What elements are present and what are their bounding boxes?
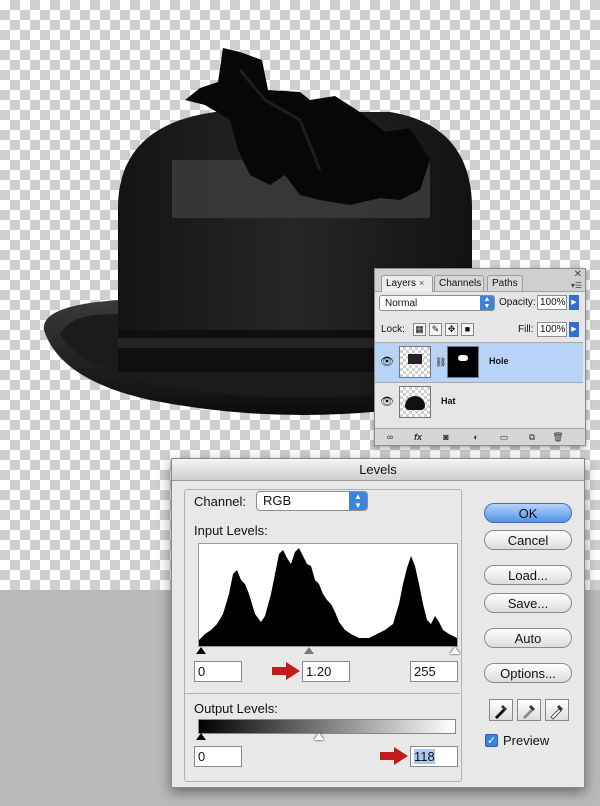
fill-label: Fill: — [518, 324, 534, 335]
levels-dialog: Levels Channel: RGB ▲ ▼ Input Levels: 0 1… — [171, 458, 585, 788]
blend-mode-value: Normal — [385, 298, 418, 309]
output-white-slider[interactable] — [314, 733, 324, 740]
opacity-slider-icon[interactable]: ▶ — [569, 295, 579, 310]
load-button[interactable]: Load... — [484, 565, 572, 585]
lock-position-icon[interactable]: ✥ — [445, 323, 458, 336]
mask-icon[interactable]: ◙ — [437, 431, 455, 443]
panel-tabs: Layers × Channels Paths ✕ ▾☰ — [375, 269, 585, 292]
opacity-label: Opacity: — [499, 297, 536, 308]
layer-mask-thumbnail[interactable] — [447, 346, 479, 378]
blend-mode-select[interactable]: Normal ▲ ▼ — [379, 295, 495, 311]
layer-row-hole[interactable]: 👁 ⛓ Hole — [375, 342, 583, 382]
fill-input[interactable]: 100% — [537, 322, 567, 337]
panel-close-icon[interactable]: ✕ — [574, 269, 582, 280]
layers-footer: ∞ fx ◙ ◐ ▭ ⧉ 🗑 — [375, 428, 585, 445]
opacity-input[interactable]: 100% — [537, 295, 567, 310]
channel-select[interactable]: RGB ▲ ▼ — [256, 491, 368, 511]
gray-eyedropper-icon[interactable] — [517, 699, 541, 721]
layer-name: Hat — [441, 396, 456, 406]
lock-image-icon[interactable]: ✎ — [429, 323, 442, 336]
eye-icon[interactable]: 👁 — [380, 395, 394, 408]
divider — [184, 693, 460, 694]
output-black-field[interactable]: 0 — [194, 746, 242, 767]
eye-icon[interactable]: 👁 — [380, 355, 394, 368]
fill-slider-icon[interactable]: ▶ — [569, 322, 579, 337]
black-eyedropper-icon[interactable] — [489, 699, 513, 721]
cancel-button[interactable]: Cancel — [484, 530, 572, 550]
lock-label: Lock: — [381, 324, 405, 335]
preview-checkbox[interactable]: ✓ — [485, 734, 498, 747]
select-arrows-icon: ▲ ▼ — [480, 296, 494, 310]
link-icon[interactable]: ∞ — [381, 431, 399, 443]
new-layer-icon[interactable]: ⧉ — [523, 431, 541, 443]
output-black-slider[interactable] — [196, 733, 206, 740]
histogram — [198, 543, 458, 647]
output-levels-label: Output Levels: — [194, 701, 278, 716]
dialog-title: Levels — [172, 459, 584, 481]
white-eyedropper-icon[interactable] — [545, 699, 569, 721]
tab-channels[interactable]: Channels — [434, 275, 484, 291]
input-black-slider[interactable] — [196, 647, 206, 654]
input-gamma-field[interactable]: 1.20 — [302, 661, 350, 682]
close-tab-icon[interactable]: × — [419, 278, 424, 288]
select-arrows-icon: ▲ ▼ — [349, 492, 367, 510]
lock-all-icon[interactable]: ■ — [461, 323, 474, 336]
channel-value: RGB — [263, 493, 292, 508]
trash-icon[interactable]: 🗑 — [549, 431, 567, 443]
lock-transparency-icon[interactable]: ▦ — [413, 323, 426, 336]
input-black-field[interactable]: 0 — [194, 661, 242, 682]
auto-button[interactable]: Auto — [484, 628, 572, 648]
adjustment-icon[interactable]: ◐ — [467, 431, 485, 443]
input-white-slider[interactable] — [450, 647, 460, 654]
fx-icon[interactable]: fx — [409, 431, 427, 443]
output-white-value: 118 — [414, 749, 435, 764]
layers-panel: Layers × Channels Paths ✕ ▾☰ Normal ▲ ▼ Op… — [374, 268, 586, 446]
tab-layers[interactable]: Layers × — [381, 275, 433, 292]
link-chain-icon[interactable]: ⛓ — [435, 357, 446, 368]
red-arrow-icon — [380, 747, 408, 765]
panel-menu-icon[interactable]: ▾☰ — [571, 281, 582, 290]
tab-paths[interactable]: Paths — [487, 275, 523, 291]
ok-button[interactable]: OK — [484, 503, 572, 523]
input-levels-label: Input Levels: — [194, 523, 268, 538]
output-gradient-bar — [198, 719, 456, 734]
layer-name: Hole — [489, 356, 509, 366]
channel-label: Channel: — [194, 494, 247, 509]
layer-row-hat[interactable]: 👁 Hat — [375, 382, 583, 422]
layer-thumbnail — [399, 386, 431, 418]
save-button[interactable]: Save... — [484, 593, 572, 613]
input-white-field[interactable]: 255 — [410, 661, 458, 682]
folder-icon[interactable]: ▭ — [495, 431, 513, 443]
options-button[interactable]: Options... — [484, 663, 572, 683]
red-arrow-icon — [272, 662, 300, 680]
input-gamma-slider[interactable] — [304, 647, 314, 654]
layer-thumbnail — [399, 346, 431, 378]
preview-label: Preview — [503, 733, 550, 748]
output-white-field[interactable]: 118 — [410, 746, 458, 767]
